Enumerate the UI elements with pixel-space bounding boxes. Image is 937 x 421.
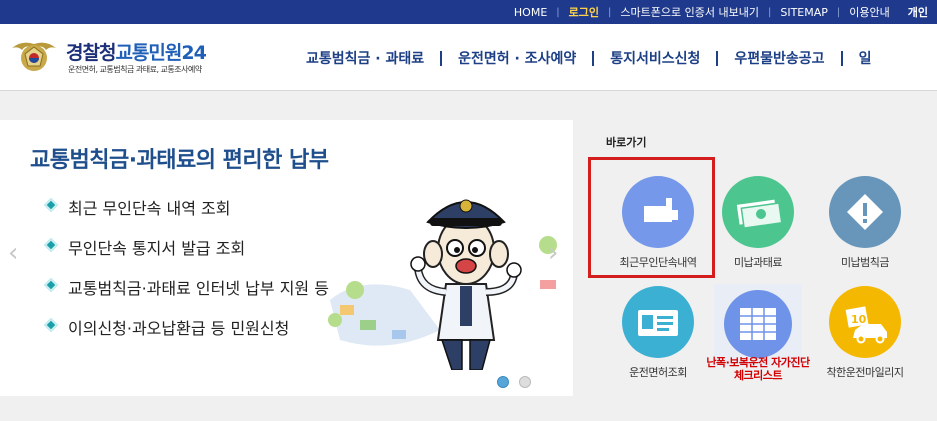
quick-unpaid-penalty[interactable]: 미납범칙금	[801, 166, 909, 276]
quick-license-inquiry[interactable]: 운전면허조회	[594, 276, 702, 386]
mileage-car-icon: 10	[829, 286, 901, 358]
license-card-icon	[622, 286, 694, 358]
personal-link[interactable]: 개인	[899, 4, 937, 20]
police-mascot-illustration	[328, 199, 557, 370]
diamond-bullet-icon	[43, 317, 59, 333]
quick-driving-checklist[interactable]: 난폭·보복운전 자가진단 체크리스트	[694, 276, 810, 386]
money-icon	[722, 176, 794, 248]
checklist-icon	[714, 284, 802, 366]
site-logo[interactable]: 경찰청교통민원24 운전면허, 교통범칙금 과태료, 교통조사예약	[8, 34, 248, 84]
list-item: 무인단속 통지서 발급 조회	[43, 235, 329, 275]
usage-guide-link[interactable]: 이용안내	[840, 4, 898, 20]
diamond-bullet-icon	[43, 197, 59, 213]
slider-prev-button[interactable]: ‹	[8, 238, 18, 268]
slide-dot-2[interactable]	[519, 376, 531, 388]
quick-label: 미납범칙금	[840, 256, 890, 269]
quick-label: 난폭·보복운전 자가진단 체크리스트	[706, 356, 810, 382]
home-link[interactable]: HOME	[505, 6, 556, 19]
main-navigation: 교통범칙금 · 과태료 운전면허 · 조사예약 통지서비스신청 우편물반송공고 …	[290, 48, 887, 68]
brand-subtitle: 운전면허, 교통범칙금 과태료, 교통조사예약	[68, 65, 202, 74]
highlight-box	[588, 157, 715, 278]
warning-icon	[829, 176, 901, 248]
banner-feature-list: 최근 무인단속 내역 조회 무인단속 통지서 발급 조회 교통범칙금·과태료 인…	[43, 195, 329, 355]
utility-links: HOME | 로그인 | 스마트폰으로 인증서 내보내기 | SITEMAP | 이용안…	[505, 0, 937, 24]
slide-dot-1[interactable]	[497, 376, 509, 388]
slider-pagination	[497, 376, 531, 388]
main-banner-slider: 교통범칙금·과태료의 편리한 납부 최근 무인단속 내역 조회 무인단속 통지서…	[0, 120, 573, 396]
nav-more[interactable]: 일	[843, 48, 888, 68]
list-item: 교통범칙금·과태료 인터넷 납부 지원 등	[43, 275, 329, 315]
sitemap-link[interactable]: SITEMAP	[771, 6, 837, 19]
nav-license[interactable]: 운전면허 · 조사예약	[442, 48, 592, 68]
login-link[interactable]: 로그인	[560, 4, 608, 20]
list-item: 최근 무인단속 내역 조회	[43, 195, 329, 235]
banner-title: 교통범칙금·과태료의 편리한 납부	[30, 148, 329, 173]
quick-safe-driving-mileage[interactable]: 10 착한운전마일리지	[801, 276, 909, 386]
nav-fines[interactable]: 교통범칙금 · 과태료	[290, 48, 440, 68]
diamond-bullet-icon	[43, 277, 59, 293]
nav-returned-mail[interactable]: 우편물반송공고	[718, 48, 840, 68]
site-header: 경찰청교통민원24 운전면허, 교통범칙금 과태료, 교통조사예약 교통범칙금 …	[0, 24, 937, 91]
quick-label: 착한운전마일리지	[826, 366, 904, 379]
slider-next-button[interactable]: ›	[548, 238, 558, 268]
export-certificate-link[interactable]: 스마트폰으로 인증서 내보내기	[611, 4, 768, 20]
quick-links-title: 바로가기	[606, 136, 647, 149]
police-emblem-icon	[12, 42, 56, 71]
list-item: 이의신청·과오납환급 등 민원신청	[43, 315, 329, 355]
top-utility-bar: HOME | 로그인 | 스마트폰으로 인증서 내보내기 | SITEMAP | 이용안…	[0, 0, 937, 24]
diamond-bullet-icon	[43, 237, 59, 253]
nav-notification[interactable]: 통지서비스신청	[594, 48, 716, 68]
brand-name: 경찰청교통민원24	[66, 42, 207, 64]
